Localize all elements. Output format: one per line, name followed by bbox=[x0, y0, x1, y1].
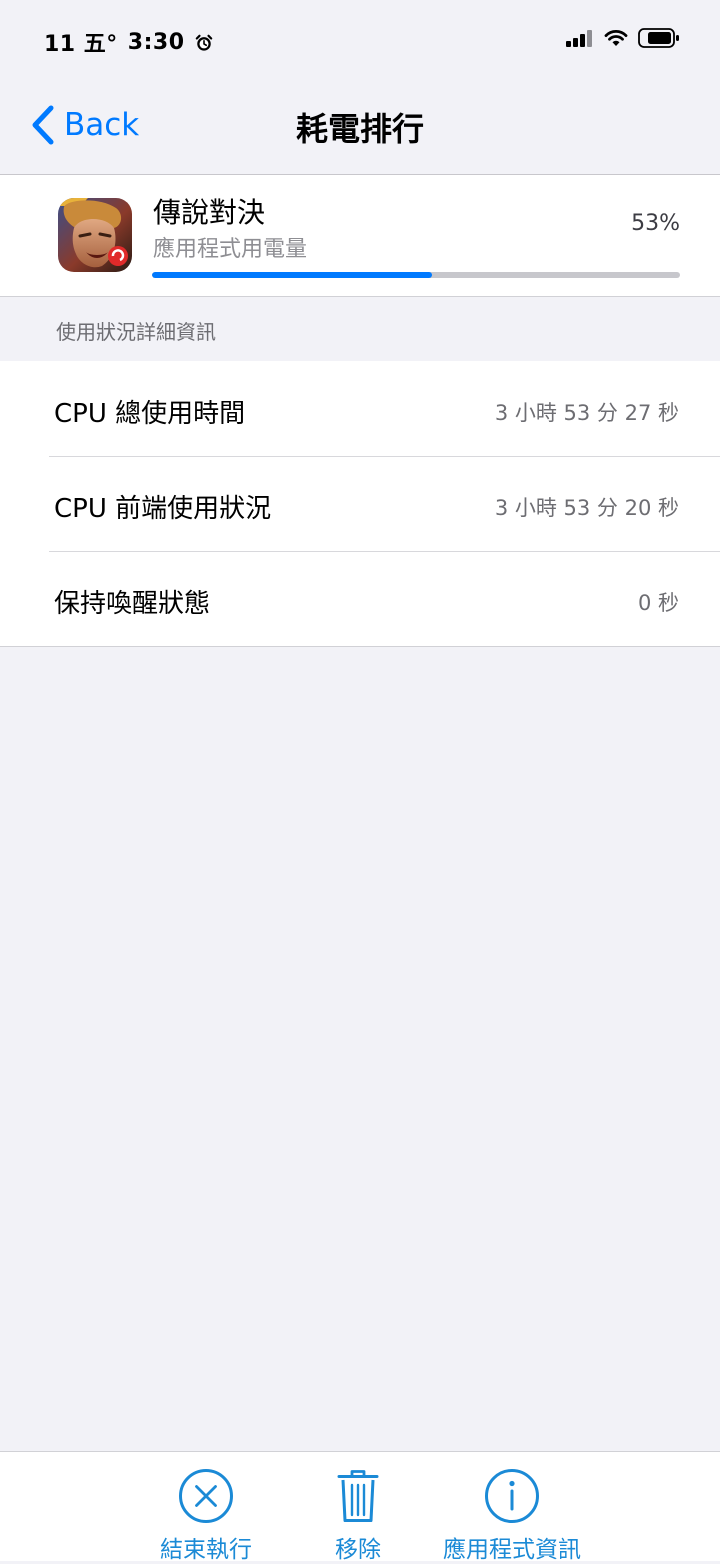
list-item: 保持喚醒狀態 0 秒 bbox=[0, 551, 720, 646]
section-header: 使用狀況詳細資訊 bbox=[56, 320, 216, 344]
app-usage-subtitle: 應用程式用電量 bbox=[153, 237, 308, 262]
battery-icon bbox=[638, 28, 679, 48]
detail-value: 3 小時 53 分 27 秒 bbox=[494, 401, 679, 425]
navigation-bar: Back 耗電排行 bbox=[0, 76, 720, 175]
alarm-clock-icon bbox=[195, 34, 212, 51]
status-indicators bbox=[566, 27, 680, 49]
app-usage-row: 傳說對決 應用程式用電量 53% bbox=[0, 175, 720, 297]
detail-value: 3 小時 53 分 20 秒 bbox=[494, 496, 679, 520]
usage-progress-bar bbox=[152, 272, 680, 278]
usage-detail-list: CPU 總使用時間 3 小時 53 分 27 秒 CPU 前端使用狀況 3 小時… bbox=[0, 361, 720, 647]
list-item: CPU 總使用時間 3 小時 53 分 27 秒 bbox=[0, 361, 720, 456]
detail-label: 保持喚醒狀態 bbox=[54, 589, 211, 619]
list-item: CPU 前端使用狀況 3 小時 53 分 20 秒 bbox=[0, 456, 720, 551]
status-bar: 11 五° 3:30 bbox=[0, 0, 720, 76]
status-time: 3:30 bbox=[127, 29, 185, 55]
usage-progress-fill bbox=[152, 272, 432, 278]
info-circle-icon bbox=[485, 1469, 539, 1523]
status-date: 11 五° bbox=[44, 32, 118, 57]
page-title: 耗電排行 bbox=[295, 110, 424, 148]
app-usage-percent: 53% bbox=[631, 211, 680, 236]
app-info-label: 應用程式資訊 bbox=[443, 1537, 581, 1563]
remove-label: 移除 bbox=[335, 1537, 381, 1563]
detail-label: CPU 總使用時間 bbox=[54, 399, 246, 429]
bottom-toolbar: 結束執行 移除 應用程式資訊 bbox=[0, 1451, 720, 1564]
status-time-group: 11 五° 3:30 bbox=[44, 26, 213, 58]
trash-icon bbox=[337, 1470, 379, 1522]
app-info-button[interactable]: 應用程式資訊 bbox=[422, 1468, 602, 1564]
cellular-signal-icon bbox=[566, 30, 592, 47]
end-process-label: 結束執行 bbox=[160, 1537, 252, 1563]
wifi-icon bbox=[604, 30, 628, 46]
game-app-icon bbox=[58, 198, 132, 272]
close-circle-icon bbox=[179, 1469, 233, 1523]
detail-label: CPU 前端使用狀況 bbox=[54, 494, 272, 524]
detail-value: 0 秒 bbox=[637, 591, 679, 615]
remove-button[interactable]: 移除 bbox=[268, 1468, 448, 1564]
app-name: 傳說對決 bbox=[153, 196, 266, 229]
